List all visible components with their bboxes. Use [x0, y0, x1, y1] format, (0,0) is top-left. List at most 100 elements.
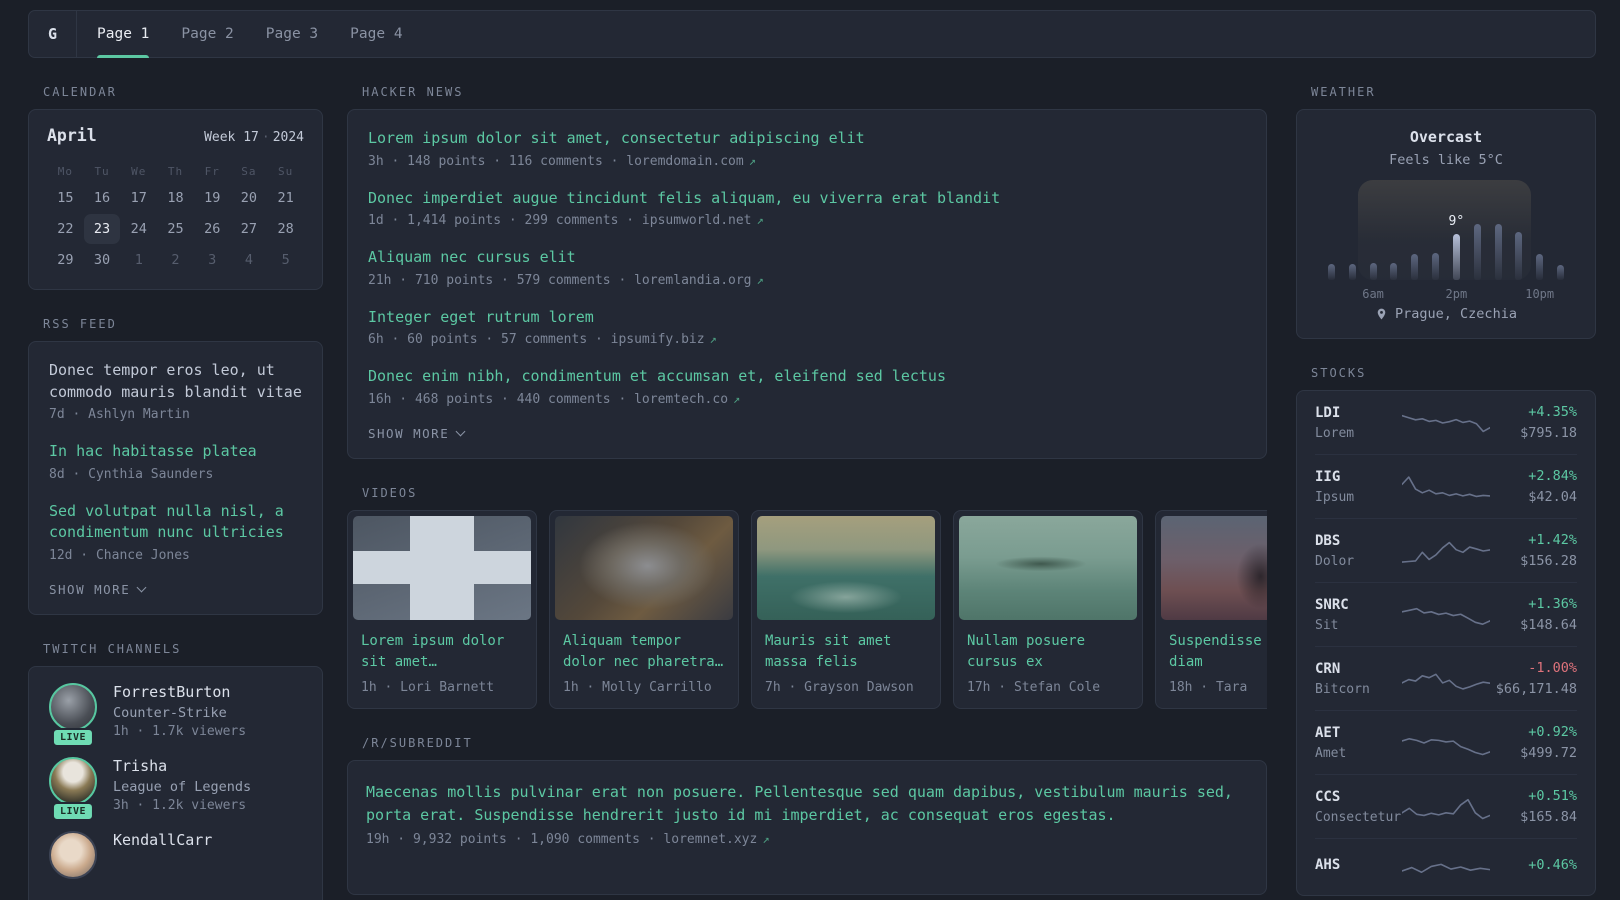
- calendar-month: April: [47, 126, 97, 145]
- hacker-news-show-more-button[interactable]: SHOW MORE: [368, 426, 466, 441]
- external-link-icon[interactable]: ↗: [749, 154, 756, 168]
- video-title[interactable]: Lorem ipsum dolor sit amet consectetu…: [361, 631, 523, 673]
- channel-name[interactable]: KendallCarr: [113, 831, 212, 849]
- stock-symbol[interactable]: SNRC: [1315, 597, 1402, 613]
- meta-text: 19h · 9,932 points · 1,090 comments · lo…: [366, 831, 758, 847]
- stock-name: Ipsum: [1315, 489, 1355, 505]
- weather-hour-cell: [1425, 188, 1446, 280]
- stock-sparkline: [1402, 664, 1490, 694]
- stock-symbol[interactable]: AET: [1315, 725, 1402, 741]
- middle-column: HACKER NEWS Lorem ipsum dolor sit amet, …: [347, 58, 1267, 900]
- stock-symbol[interactable]: IIG: [1315, 469, 1402, 485]
- stock-id: CRN Bitcorn: [1315, 661, 1402, 697]
- video-thumbnail[interactable]: [959, 515, 1137, 620]
- calendar-dow: Su: [278, 165, 294, 178]
- external-link-icon[interactable]: ↗: [733, 392, 740, 406]
- twitch-channel-row: LIVE Trisha League of Legends 3h · 1.2k …: [49, 756, 302, 821]
- stock-name: Dolor: [1315, 553, 1355, 569]
- temperature-bar: [1494, 224, 1502, 280]
- stock-row: CCS Consectetur +0.51% $165.84: [1315, 774, 1577, 838]
- external-link-icon[interactable]: ↗: [757, 273, 764, 287]
- temperature-bar: [1473, 224, 1481, 280]
- subreddit-post-title[interactable]: Maecenas mollis pulvinar erat non posuer…: [366, 781, 1248, 827]
- channel-name[interactable]: Trisha: [113, 757, 251, 775]
- twitch-widget: TWITCH CHANNELS LIVE ForrestBurton Count…: [28, 642, 323, 900]
- stock-id: IIG Ipsum: [1315, 469, 1402, 505]
- stock-price: $66,171.48: [1495, 681, 1577, 697]
- stock-values: +1.42% $156.28: [1490, 532, 1577, 569]
- subreddit-post-list: Maecenas mollis pulvinar erat non posuer…: [366, 781, 1248, 847]
- calendar-card: April Week 17 · 2024 Mo Tu We Th Fr Sa Su 15 16 17…: [28, 109, 323, 290]
- calendar-day: 1: [134, 252, 143, 268]
- hacker-news-item-title[interactable]: Integer eget rutrum lorem: [368, 307, 1246, 329]
- stocks-widget: STOCKS LDI Lorem +4.35% $795.18 IIG Ipsu…: [1296, 366, 1596, 896]
- avatar-wrap: LIVE: [49, 756, 97, 821]
- rss-item-title[interactable]: Sed volutpat nulla nisl, a condimentum n…: [49, 501, 302, 544]
- video-thumbnail[interactable]: [353, 515, 531, 620]
- hacker-news-item-title[interactable]: Aliquam nec cursus elit: [368, 247, 1246, 269]
- weather-widget: WEATHER Overcast Feels like 5°C 6am 9° 2…: [1296, 85, 1596, 339]
- video-thumbnail[interactable]: [1161, 515, 1267, 620]
- weather-header: WEATHER: [1311, 85, 1376, 99]
- hacker-news-item-title[interactable]: Donec imperdiet augue tincidunt felis al…: [368, 188, 1246, 210]
- stock-symbol[interactable]: AHS: [1315, 857, 1402, 873]
- subreddit-card: Maecenas mollis pulvinar erat non posuer…: [347, 759, 1267, 895]
- rss-item-title[interactable]: In hac habitasse platea: [49, 441, 302, 463]
- channel-category[interactable]: League of Legends: [113, 779, 251, 795]
- stock-id: SNRC Sit: [1315, 597, 1402, 633]
- temperature-bar: [1411, 254, 1419, 280]
- external-link-icon[interactable]: ↗: [762, 832, 769, 846]
- temperature-bar: [1557, 265, 1565, 280]
- video-title[interactable]: Nullam posuere cursus ex: [967, 631, 1129, 673]
- calendar-day: 24: [130, 221, 147, 237]
- stock-change: +0.46%: [1528, 856, 1577, 873]
- weather-hour-cell: 6am: [1362, 188, 1384, 301]
- hacker-news-item-title[interactable]: Donec enim nibh, condimentum et accumsan…: [368, 366, 1246, 388]
- weather-hourly-chart: 6am 9° 2pm 10pm: [1319, 180, 1573, 301]
- hacker-news-item-title[interactable]: Lorem ipsum dolor sit amet, consectetur …: [368, 128, 1246, 150]
- hacker-news-item-meta: 16h · 468 points · 440 comments · loremt…: [368, 392, 1246, 407]
- avatar[interactable]: [49, 756, 97, 805]
- weather-card: Overcast Feels like 5°C 6am 9° 2pm 10pm …: [1296, 109, 1596, 339]
- dashboard-columns: CALENDAR April Week 17 · 2024 Mo Tu We Th Fr Sa…: [0, 58, 1620, 900]
- page-tab[interactable]: Page 2: [181, 11, 233, 57]
- external-link-icon[interactable]: ↗: [710, 332, 717, 346]
- channel-category[interactable]: Counter-Strike: [113, 705, 246, 721]
- page-tab[interactable]: Page 4: [350, 11, 402, 57]
- video-thumbnail[interactable]: [757, 515, 935, 620]
- stock-symbol[interactable]: DBS: [1315, 533, 1402, 549]
- video-title[interactable]: Mauris sit amet massa felis: [765, 631, 927, 673]
- meta-text: 21h · 710 points · 579 comments · loreml…: [368, 272, 752, 288]
- stock-symbol[interactable]: CRN: [1315, 661, 1402, 677]
- rss-item-title[interactable]: Donec tempor eros leo, ut commodo mauris…: [49, 360, 302, 403]
- stock-sparkline: [1402, 472, 1490, 502]
- page-tab[interactable]: Page 1: [97, 11, 150, 58]
- stock-change: +4.35%: [1528, 404, 1577, 420]
- hacker-news-list: Lorem ipsum dolor sit amet, consectetur …: [368, 128, 1246, 407]
- stock-change: +1.36%: [1528, 596, 1577, 612]
- video-title[interactable]: Aliquam tempor dolor nec pharetra…: [563, 631, 725, 673]
- video-title[interactable]: Suspendisse diam: [1169, 631, 1267, 673]
- stock-name: Lorem: [1315, 425, 1355, 441]
- temperature-bar: [1536, 254, 1544, 280]
- rss-show-more-button[interactable]: SHOW MORE: [49, 582, 147, 597]
- page-tab[interactable]: Page 3: [266, 11, 318, 57]
- channel-info: KendallCarr: [113, 831, 212, 879]
- live-badge: LIVE: [51, 727, 95, 747]
- calendar-dow: We: [131, 165, 147, 178]
- hacker-news-header: HACKER NEWS: [362, 85, 464, 99]
- stock-symbol[interactable]: CCS: [1315, 789, 1402, 805]
- external-link-icon[interactable]: ↗: [757, 213, 764, 227]
- stock-price: $499.72: [1520, 745, 1577, 761]
- app-logo[interactable]: G: [29, 11, 77, 57]
- weather-location-label: Prague, Czechia: [1395, 306, 1517, 322]
- channel-meta: 1h · 1.7k viewers: [113, 723, 247, 739]
- channel-name[interactable]: ForrestBurton: [113, 683, 246, 701]
- calendar-day: 5: [281, 252, 290, 268]
- avatar[interactable]: [49, 682, 97, 731]
- stock-symbol[interactable]: LDI: [1315, 405, 1402, 421]
- twitch-card: LIVE ForrestBurton Counter-Strike 1h · 1…: [28, 665, 323, 900]
- avatar[interactable]: [49, 830, 97, 879]
- video-thumbnail[interactable]: [555, 515, 733, 620]
- stock-change: +2.84%: [1528, 468, 1577, 484]
